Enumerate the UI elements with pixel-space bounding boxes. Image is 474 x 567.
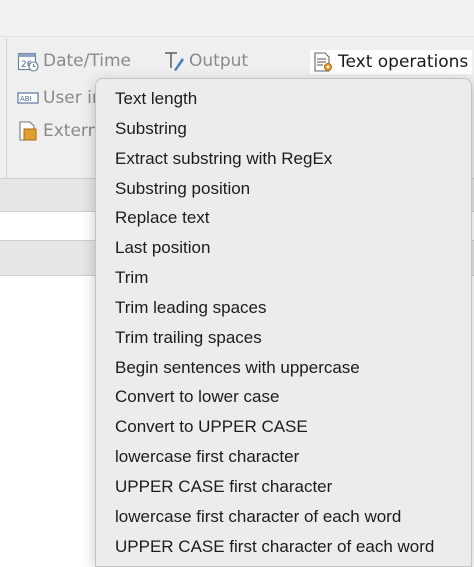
text-operations-label: Text operations <box>338 52 469 72</box>
menu-item-replace-text[interactable]: Replace text <box>96 203 471 233</box>
output-tool-button[interactable]: Output <box>163 50 248 72</box>
date-time-label: Date/Time <box>43 51 131 71</box>
menu-item-extract-substring-regex[interactable]: Extract substring with RegEx <box>96 144 471 174</box>
abc-input-icon: ABI <box>17 87 39 109</box>
menu-item-uppercase-first-character[interactable]: UPPER CASE first character <box>96 472 471 502</box>
panel-divider <box>6 38 7 178</box>
output-pen-icon <box>163 50 185 72</box>
menu-item-last-position[interactable]: Last position <box>96 233 471 263</box>
svg-text:ABI: ABI <box>20 95 32 103</box>
calendar-clock-icon: 26 <box>17 50 39 72</box>
title-bar <box>0 0 474 37</box>
user-input-label: User in <box>43 88 103 108</box>
user-input-tool-button[interactable]: ABI User in <box>17 87 103 109</box>
menu-item-uppercase-first-char-each-word[interactable]: UPPER CASE first character of each word <box>96 532 471 562</box>
text-operations-menu: Text length Substring Extract substring … <box>95 78 472 567</box>
date-time-tool-button[interactable]: 26 Date/Time <box>17 50 131 72</box>
menu-item-substring-position[interactable]: Substring position <box>96 174 471 204</box>
menu-item-trim[interactable]: Trim <box>96 263 471 293</box>
menu-item-convert-lower-case[interactable]: Convert to lower case <box>96 382 471 412</box>
menu-item-trim-leading-spaces[interactable]: Trim leading spaces <box>96 293 471 323</box>
output-label: Output <box>189 51 249 71</box>
menu-item-lowercase-first-character[interactable]: lowercase first character <box>96 442 471 472</box>
menu-item-text-length[interactable]: Text length <box>96 84 471 114</box>
menu-item-trim-trailing-spaces[interactable]: Trim trailing spaces <box>96 323 471 353</box>
text-operations-tool-button[interactable]: Text operations <box>310 50 473 74</box>
menu-item-begin-sentences-uppercase[interactable]: Begin sentences with uppercase <box>96 353 471 383</box>
text-document-gear-icon <box>312 51 334 73</box>
menu-item-lowercase-first-char-each-word[interactable]: lowercase first character of each word <box>96 502 471 532</box>
screen: 26 Date/Time Output Text operations ABI … <box>0 0 474 567</box>
external-document-icon <box>17 120 39 142</box>
menu-item-convert-upper-case[interactable]: Convert to UPPER CASE <box>96 412 471 442</box>
menu-item-substring[interactable]: Substring <box>96 114 471 144</box>
